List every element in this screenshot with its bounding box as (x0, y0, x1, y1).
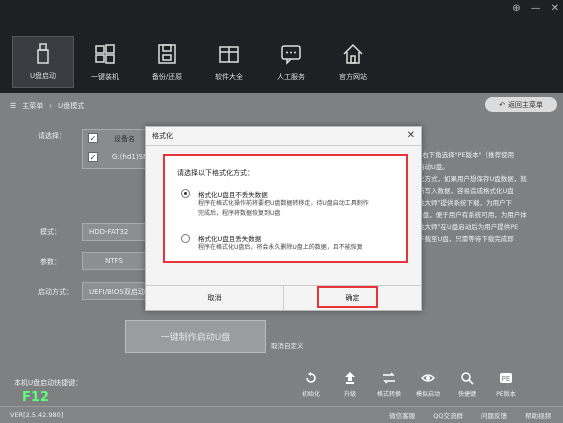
breadcrumb-home[interactable]: 主菜单 (22, 101, 43, 111)
feedback-link[interactable]: 问题反馈 (481, 410, 507, 420)
backup-restore-icon (158, 44, 176, 64)
ok-button-highlight (317, 286, 378, 308)
tool-label: 快捷键 (457, 391, 476, 398)
device-checkbox[interactable]: ✓ (88, 152, 98, 162)
window-controls: ⊕ — ✕ (512, 4, 559, 14)
tab-official-site[interactable]: 官方网站 (322, 36, 384, 88)
tool-upgrade[interactable]: 升级 (335, 371, 365, 398)
minimize-icon[interactable]: — (531, 4, 541, 14)
tab-backup-restore[interactable]: 备份/还原 (136, 36, 198, 88)
tab-label: 软件大全 (215, 73, 243, 81)
tab-label: 一键装机 (91, 73, 119, 81)
format-prompt: 请选择以下格式化方式： (177, 169, 254, 177)
help-notes: , 右下角选择"PE版本"（推荐使用 启动U盘。 化方式，如果用户想保存U盘数据… (418, 151, 527, 243)
status-bar: VER[2.5.42.980] 微信客服 QQ交流群 问题反馈 帮助视频 (0, 406, 563, 423)
boot-mode-select[interactable]: UEFI/BIOS双启动 (82, 282, 146, 300)
tab-label: 人工服务 (277, 73, 305, 81)
help-video-link[interactable]: 帮助视频 (525, 410, 551, 420)
breadcrumb: ☰ 主菜单 › U盘模式 (10, 101, 84, 111)
tab-label: 官方网站 (339, 73, 367, 81)
hotkey-label: 本机U盘启动快捷键： (14, 379, 83, 387)
usb-drive-icon (37, 43, 49, 64)
select-label: 请选择： (38, 132, 66, 140)
tool-pe-version[interactable]: PE PE版本 (491, 371, 521, 398)
tab-label: 备份/还原 (151, 73, 183, 81)
wechat-service-link[interactable]: 微信客服 (389, 410, 415, 420)
tool-simulate-boot[interactable]: 模拟启动 (413, 371, 443, 398)
close-icon[interactable]: ✕ (551, 4, 559, 14)
cancel-button[interactable]: 取消 (146, 286, 283, 310)
tool-initialize[interactable]: 初始化 (296, 371, 326, 398)
settings-icon[interactable]: ⊕ (512, 4, 520, 14)
home-icon (343, 43, 363, 64)
tab-human-service[interactable]: 人工服务 (260, 36, 322, 88)
format-options-panel: 请选择以下格式化方式： 格式化U盘且不丢失数据 程序在格式化操作前将要把U盘数据… (163, 154, 408, 263)
close-icon[interactable]: ✕ (407, 130, 415, 141)
tab-one-key-install[interactable]: 一键装机 (74, 36, 136, 88)
upgrade-icon (345, 372, 355, 384)
mode-label: 模式： (40, 228, 61, 236)
param-select[interactable]: NTFS (82, 252, 146, 270)
mode-select[interactable]: HDD-FAT32 (82, 223, 146, 241)
menu-icon: ☰ (10, 102, 17, 110)
keep-data-option-desc-2: 完成后，程序将数据恢复到U盘 (198, 210, 281, 217)
lose-data-radio[interactable] (181, 234, 190, 243)
tool-label: 升级 (343, 391, 356, 398)
tool-label: 模拟启动 (415, 391, 440, 398)
tab-label: U盘启动 (29, 72, 57, 80)
dialog-divider (146, 145, 421, 146)
qq-group-link[interactable]: QQ交流群 (433, 410, 463, 420)
version-text: VER[2.5.42.980] (10, 411, 64, 419)
boot-mode-label: 启动方式： (38, 288, 73, 296)
back-to-main-button[interactable]: ↶ 返回主菜单 (485, 97, 557, 112)
tab-software[interactable]: 软件大全 (198, 36, 260, 88)
tab-u-disk-boot[interactable]: U盘启动 (12, 36, 74, 88)
software-box-icon (219, 46, 239, 63)
lose-data-option-title[interactable]: 格式化U盘且丢失数据 (198, 233, 261, 243)
tool-format-convert[interactable]: 格式转换 (374, 371, 404, 398)
svg-text:PE: PE (502, 375, 511, 383)
eye-icon (421, 374, 435, 382)
chat-bubble-icon (281, 45, 301, 65)
dialog-buttons: 取消 确定 (146, 285, 421, 310)
device-table: ✓ 设备名 ✓ G:(hd1)SM (82, 129, 152, 169)
reset-icon (306, 372, 316, 383)
keep-data-radio[interactable] (181, 189, 190, 198)
tool-bar: 初始化 升级 格式转换 模拟启动 快捷键 PE PE版本 (296, 371, 521, 398)
status-links: 微信客服 QQ交流群 问题反馈 帮助视频 (389, 410, 551, 420)
lose-data-option-desc: 程序在格式化U盘后，将会永久删除U盘上的数据，且不能恢复 (198, 244, 363, 251)
keep-data-option-desc-1: 程序在格式化操作前将要把U盘数据转移走，待U盘启动工具制作 (198, 200, 369, 207)
hotkey-value: F12 (22, 390, 49, 405)
tool-label: 初始化 (301, 391, 320, 398)
param-label: 参数： (40, 258, 61, 266)
tool-label: 格式转换 (376, 391, 401, 398)
make-boot-usb-button[interactable]: 一键制作启动U盘 (125, 320, 266, 353)
keep-data-option-title[interactable]: 格式化U盘且不丢失数据 (198, 189, 268, 199)
main-tabs: U盘启动 一键装机 备份/还原 软件大全 人工服务 官方网站 (12, 36, 384, 88)
device-name[interactable]: G:(hd1)SM (112, 153, 149, 161)
tool-hotkey[interactable]: 快捷键 (452, 371, 482, 398)
dialog-title: 格式化 (152, 132, 173, 140)
convert-icon (383, 372, 395, 384)
cancel-custom-link[interactable]: 取消自定义 (271, 340, 304, 350)
breadcrumb-current: U盘模式 (58, 102, 85, 110)
tool-label: PE版本 (496, 391, 516, 398)
device-column-header: 设备名 (114, 135, 135, 143)
format-dialog: 格式化 ✕ 请选择以下格式化方式： 格式化U盘且不丢失数据 程序在格式化操作前将… (145, 126, 422, 311)
top-nav-bar: ⊕ — ✕ U盘启动 一键装机 备份/还原 软件大全 人工服务 官方网站 (0, 0, 563, 93)
back-arrow-icon: ↶ (499, 100, 505, 109)
back-button-label: 返回主菜单 (507, 100, 543, 109)
select-all-checkbox[interactable]: ✓ (88, 133, 98, 143)
windows-logo-icon (95, 44, 115, 64)
pe-icon: PE (500, 373, 512, 383)
search-icon (461, 372, 474, 385)
breadcrumb-separator: › (49, 102, 53, 110)
